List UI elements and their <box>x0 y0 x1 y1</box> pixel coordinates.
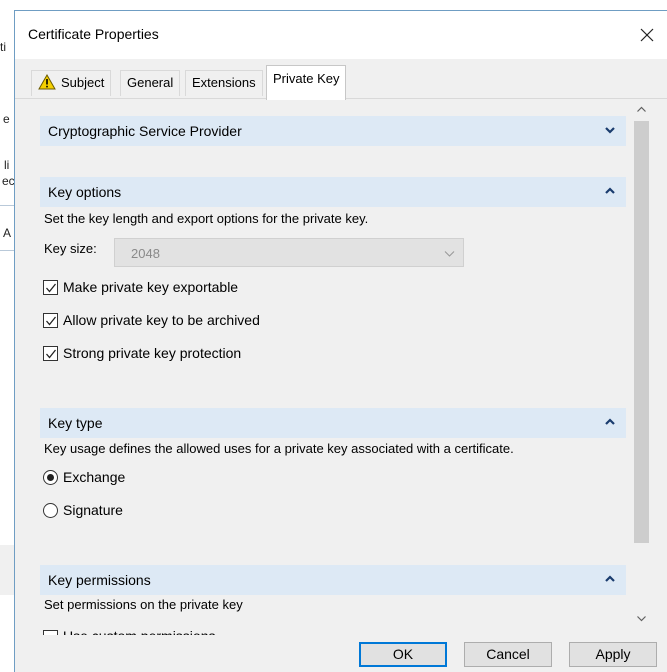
radio-selected-dot <box>47 474 54 481</box>
scroll-up-button[interactable] <box>633 101 650 118</box>
section-key-permissions-header[interactable]: Key permissions <box>40 565 626 595</box>
tab-label: Extensions <box>192 75 256 90</box>
section-key-options-header[interactable]: Key options <box>40 177 626 207</box>
background-divider <box>0 205 14 206</box>
title-bar: Certificate Properties <box>15 11 667 59</box>
checkmark-icon <box>46 283 57 293</box>
background-panel <box>0 545 14 595</box>
scroll-down-button[interactable] <box>633 610 650 627</box>
key-type-description: Key usage defines the allowed uses for a… <box>44 441 514 456</box>
background-text-fragment: li <box>4 158 10 172</box>
tab-bar: Subject General Extensions Private Key <box>15 59 667 100</box>
section-key-type-header[interactable]: Key type <box>40 408 626 438</box>
chevron-down-icon <box>605 127 615 134</box>
vertical-scrollbar[interactable] <box>633 99 650 635</box>
certificate-properties-dialog: Certificate Properties Subject General E… <box>14 10 667 672</box>
checkmark-icon <box>46 316 57 326</box>
chevron-down-icon <box>444 251 455 257</box>
checkbox-label: Strong private key protection <box>63 345 242 361</box>
background-text-fragment: ec <box>2 174 15 188</box>
checkbox-label: Allow private key to be archived <box>63 312 260 328</box>
tab-label: General <box>127 75 174 90</box>
checkbox-box[interactable] <box>43 280 58 295</box>
background-text-fragment: e <box>3 112 10 126</box>
ok-button[interactable]: OK <box>359 642 447 667</box>
warning-icon <box>38 74 56 90</box>
radio-button[interactable] <box>43 470 58 485</box>
scroll-content: Cryptographic Service Provider Key optio… <box>29 99 633 635</box>
chevron-down-icon <box>637 616 646 622</box>
key-size-value: 2048 <box>131 246 160 261</box>
key-size-select[interactable]: 2048 <box>114 238 464 267</box>
key-permissions-description: Set permissions on the private key <box>44 597 243 612</box>
checkbox-label: Use custom permissions <box>63 628 263 635</box>
checkbox-box[interactable] <box>43 346 58 361</box>
private-key-panel: Cryptographic Service Provider Key optio… <box>15 99 667 635</box>
chevron-up-icon <box>605 187 615 194</box>
section-label: Key type <box>48 415 103 431</box>
section-label: Key permissions <box>48 572 151 588</box>
radio-button[interactable] <box>43 503 58 518</box>
tab-general[interactable]: General <box>120 70 181 96</box>
checkbox-box[interactable] <box>43 313 58 328</box>
chevron-up-icon <box>637 106 646 112</box>
scroll-thumb[interactable] <box>634 121 649 543</box>
apply-button[interactable]: Apply <box>569 642 657 667</box>
section-label: Cryptographic Service Provider <box>48 123 242 139</box>
section-csp-header[interactable]: Cryptographic Service Provider <box>40 116 626 146</box>
tab-subject[interactable]: Subject <box>31 70 112 96</box>
section-label: Key options <box>48 184 122 200</box>
tab-label: Private Key <box>273 71 340 86</box>
close-icon <box>640 28 654 42</box>
tab-extensions[interactable]: Extensions <box>185 70 263 96</box>
chevron-up-icon <box>605 575 615 582</box>
cancel-button[interactable]: Cancel <box>464 642 552 667</box>
tab-private-key[interactable]: Private Key <box>266 65 347 100</box>
checkbox-label: Make private key exportable <box>63 279 239 295</box>
radio-label: Exchange <box>63 469 126 485</box>
close-button[interactable] <box>633 21 661 49</box>
dialog-title: Certificate Properties <box>28 26 159 42</box>
background-divider <box>0 250 14 251</box>
tab-label: Subject <box>61 75 105 90</box>
background-window: ti e li ec A <box>0 0 15 672</box>
chevron-up-icon <box>605 418 615 425</box>
background-text-fragment: A <box>3 226 12 240</box>
checkmark-icon <box>46 349 57 359</box>
background-text-fragment: ti <box>0 40 6 54</box>
key-size-label: Key size: <box>44 241 97 256</box>
dialog-footer: OK Cancel Apply <box>15 635 667 672</box>
key-options-description: Set the key length and export options fo… <box>44 211 369 226</box>
radio-label: Signature <box>63 502 123 518</box>
